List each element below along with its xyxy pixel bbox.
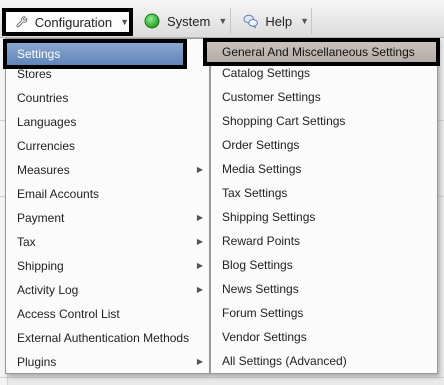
- submenu-item-news-settings[interactable]: News Settings: [211, 278, 437, 300]
- menu-item-label: Countries: [17, 91, 69, 105]
- menu-item-external-authentication-methods[interactable]: External Authentication Methods: [6, 327, 209, 349]
- settings-submenu: General And Miscellaneous Settings Catal…: [203, 38, 440, 374]
- menu-item-label: Access Control List: [17, 307, 120, 321]
- triangle-right-icon: ▶: [196, 165, 203, 174]
- submenu-item-media-settings[interactable]: Media Settings: [211, 158, 437, 180]
- triangle-right-icon: ▶: [196, 261, 203, 270]
- configuration-dropdown: Settings Stores Countries Languages Curr…: [3, 38, 210, 374]
- menu-system[interactable]: System ▼: [144, 8, 231, 34]
- submenu-item-tax-settings[interactable]: Tax Settings: [211, 182, 437, 204]
- menu-item-label: Measures: [17, 163, 70, 177]
- triangle-right-icon: ▶: [196, 237, 203, 246]
- submenu-item-label: Customer Settings: [222, 90, 321, 104]
- menu-item-label: Shipping: [17, 259, 64, 273]
- green-circle-icon: [144, 13, 160, 29]
- top-menubar: Configuration ▼ System ▼ Help ▼: [0, 0, 444, 38]
- menu-item-label: Stores: [17, 67, 52, 81]
- submenu-item-label: Order Settings: [222, 138, 300, 152]
- menu-configuration-label: Configuration: [34, 14, 113, 30]
- menu-item-label: Languages: [17, 115, 77, 129]
- submenu-item-label: Media Settings: [222, 162, 302, 176]
- menu-item-access-control-list[interactable]: Access Control List: [6, 303, 209, 325]
- menu-separator: [311, 8, 312, 34]
- menu-item-plugins[interactable]: Plugins ▶: [6, 351, 209, 373]
- submenu-item-label: All Settings (Advanced): [222, 354, 347, 368]
- menu-item-label: Settings: [17, 47, 61, 61]
- submenu-item-label: General And Miscellaneous Settings: [222, 45, 415, 59]
- menu-item-measures[interactable]: Measures ▶: [6, 159, 209, 181]
- submenu-item-vendor-settings[interactable]: Vendor Settings: [211, 326, 437, 348]
- menu-item-label: External Authentication Methods: [17, 331, 190, 345]
- triangle-right-icon: ▶: [196, 285, 203, 294]
- submenu-item-label: Reward Points: [222, 234, 301, 248]
- menu-item-languages[interactable]: Languages: [6, 111, 209, 133]
- submenu-item-label: Vendor Settings: [222, 330, 307, 344]
- menu-help[interactable]: Help ▼: [243, 8, 312, 34]
- app-stage: Configuration ▼ System ▼ Help ▼ Settings…: [0, 0, 444, 385]
- menu-item-shipping[interactable]: Shipping ▶: [6, 255, 209, 277]
- menu-separator: [230, 8, 231, 34]
- submenu-item-shipping-settings[interactable]: Shipping Settings: [211, 206, 437, 228]
- speech-bubbles-icon: [243, 14, 258, 29]
- submenu-item-label: Catalog Settings: [222, 66, 311, 80]
- submenu-item-shopping-cart-settings[interactable]: Shopping Cart Settings: [211, 110, 437, 132]
- submenu-item-label: Blog Settings: [222, 258, 293, 272]
- menu-item-email-accounts[interactable]: Email Accounts: [6, 183, 209, 205]
- submenu-item-all-settings-advanced[interactable]: All Settings (Advanced): [211, 350, 437, 372]
- triangle-down-icon: ▼: [120, 17, 129, 27]
- menu-item-label: Currencies: [17, 139, 76, 153]
- wrench-icon: [16, 16, 28, 28]
- menu-item-label: Activity Log: [17, 283, 79, 297]
- triangle-down-icon: ▼: [300, 16, 309, 26]
- menu-configuration[interactable]: Configuration ▼: [2, 8, 133, 36]
- menu-system-label: System: [167, 13, 211, 29]
- menu-item-tax[interactable]: Tax ▶: [6, 231, 209, 253]
- menu-item-label: Email Accounts: [17, 187, 100, 201]
- submenu-item-reward-points[interactable]: Reward Points: [211, 230, 437, 252]
- menu-help-label: Help: [265, 13, 293, 29]
- background-divider: [0, 377, 444, 378]
- menu-item-currencies[interactable]: Currencies: [6, 135, 209, 157]
- submenu-item-label: Tax Settings: [222, 186, 288, 200]
- submenu-item-catalog-settings[interactable]: Catalog Settings: [211, 62, 437, 84]
- submenu-item-label: Shipping Settings: [222, 210, 316, 224]
- submenu-item-label: News Settings: [222, 282, 299, 296]
- submenu-item-customer-settings[interactable]: Customer Settings: [211, 86, 437, 108]
- submenu-item-forum-settings[interactable]: Forum Settings: [211, 302, 437, 324]
- menu-item-countries[interactable]: Countries: [6, 87, 209, 109]
- menu-item-label: Payment: [17, 211, 65, 225]
- triangle-right-icon: ▶: [196, 357, 203, 366]
- menu-item-label: Tax: [17, 235, 36, 249]
- triangle-right-icon: ▶: [196, 213, 203, 222]
- menu-item-label: Plugins: [17, 355, 57, 369]
- triangle-down-icon: ▼: [218, 16, 228, 26]
- submenu-item-label: Forum Settings: [222, 306, 304, 320]
- menu-item-stores[interactable]: Stores: [6, 63, 209, 85]
- submenu-item-label: Shopping Cart Settings: [222, 114, 346, 128]
- menu-item-payment[interactable]: Payment ▶: [6, 207, 209, 229]
- submenu-item-blog-settings[interactable]: Blog Settings: [211, 254, 437, 276]
- menu-item-activity-log[interactable]: Activity Log ▶: [6, 279, 209, 301]
- submenu-item-order-settings[interactable]: Order Settings: [211, 134, 437, 156]
